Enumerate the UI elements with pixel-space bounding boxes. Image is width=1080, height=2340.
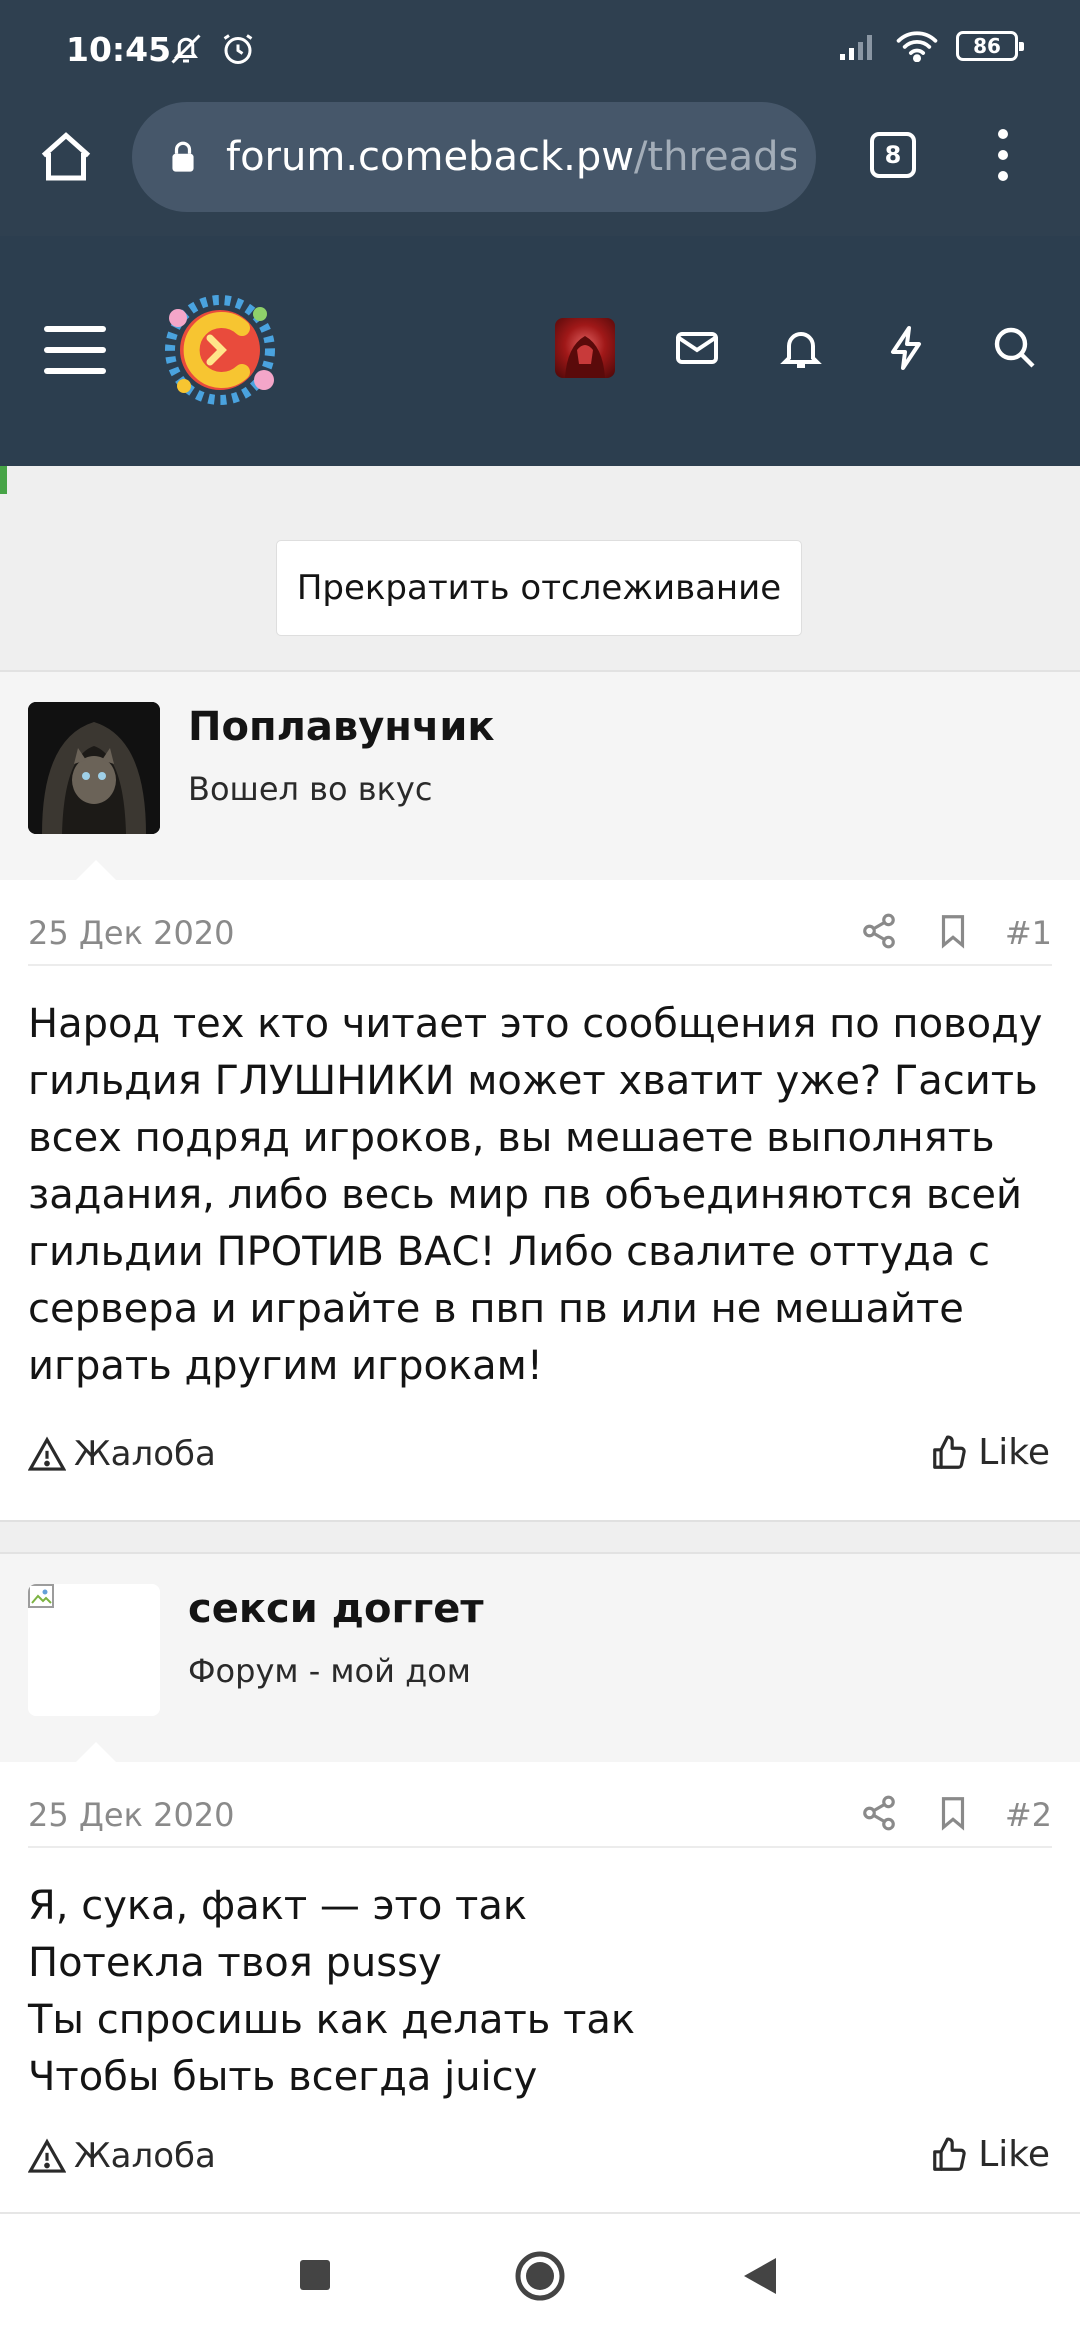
thread-actions: Прекратить отслеживание — [0, 494, 1080, 670]
site-logo[interactable] — [150, 280, 290, 420]
text-line: Народ тех кто читает это сообщения по по… — [28, 1001, 1043, 1047]
status-time: 10:45 — [66, 30, 172, 69]
battery-icon: 86 — [956, 31, 1024, 61]
post-2-arrow — [74, 1742, 118, 1764]
home-icon — [41, 132, 91, 181]
menu-button[interactable] — [44, 324, 108, 376]
thumbs-up-icon — [933, 1435, 966, 1469]
browser-toolbar: forum.comeback.pw/threads 8 — [0, 100, 1080, 236]
text-line: играть другим игрокам! — [28, 1343, 543, 1389]
lock-icon — [172, 141, 194, 172]
text-line: Я, сука, факт — это так — [28, 1883, 528, 1929]
text-line: всех подряд игроков, вы мешаете выполнят… — [28, 1115, 995, 1161]
post-1-report-link[interactable]: Жалоба — [28, 1434, 216, 1474]
square-icon — [300, 2260, 330, 2290]
url-text: forum.comeback.pw/threads — [226, 134, 796, 180]
post-1-user-title: Вошел во вкус — [188, 770, 433, 808]
home-button[interactable] — [36, 128, 96, 188]
warning-icon — [28, 2138, 66, 2173]
text-line: сервера и играйте в пвп пв или не мешайт… — [28, 1286, 964, 1332]
report-label: Жалоба — [74, 2136, 216, 2176]
alerts-button[interactable] — [777, 324, 825, 372]
url-host: forum.comeback.pw — [226, 134, 634, 180]
whats-new-button[interactable] — [883, 324, 931, 372]
post-1-number[interactable]: #1 — [1005, 914, 1052, 952]
battery-level: 86 — [973, 34, 1001, 58]
post-2-avatar[interactable] — [28, 1584, 160, 1716]
post-1-date[interactable]: 25 Дек 2020 — [28, 914, 235, 952]
post-2-body: 25 Дек 2020 #2 Я, сука, факт — это так П… — [0, 1762, 1080, 2212]
post-2-user: секси доггет Форум - мой дом — [0, 1552, 1080, 1764]
browser-menu-button[interactable] — [988, 124, 1018, 186]
more-vertical-icon — [998, 129, 1008, 181]
post-2-date[interactable]: 25 Дек 2020 — [28, 1796, 235, 1834]
post-1-like-button[interactable]: Like — [930, 1432, 1050, 1473]
post-2-number[interactable]: #2 — [1005, 1796, 1052, 1834]
report-label: Жалоба — [74, 1434, 216, 1474]
post-2-like-button[interactable]: Like — [930, 2134, 1050, 2175]
like-label: Like — [978, 2134, 1050, 2175]
like-label: Like — [978, 1432, 1050, 1473]
address-bar[interactable]: forum.comeback.pw/threads — [132, 102, 816, 212]
share-icon[interactable] — [860, 912, 898, 950]
tab-switcher-button[interactable]: 8 — [870, 132, 916, 178]
inbox-button[interactable] — [673, 324, 721, 372]
unwatch-button[interactable]: Прекратить отслеживание — [276, 540, 802, 636]
wifi-icon — [896, 30, 938, 62]
mute-notifications-icon — [168, 31, 204, 67]
post-separator — [0, 1520, 1080, 1552]
hamburger-icon — [44, 326, 106, 374]
notice-strip — [0, 466, 1080, 494]
divider — [28, 1846, 1052, 1848]
user-avatar[interactable] — [555, 318, 615, 378]
post-1-username[interactable]: Поплавунчик — [188, 704, 495, 750]
post-2-username[interactable]: секси доггет — [188, 1586, 484, 1632]
post-1-avatar[interactable] — [28, 702, 160, 834]
text-line: Ты спросишь как делать так — [28, 1997, 636, 2043]
alarm-icon — [220, 31, 256, 67]
search-button[interactable] — [991, 324, 1039, 372]
divider — [28, 964, 1052, 966]
status-bar: 10:45 86 — [0, 0, 1080, 100]
post-1-body: 25 Дек 2020 #1 Народ тех кто читает это … — [0, 880, 1080, 1520]
logo-icon — [165, 295, 275, 405]
lightning-icon — [891, 326, 921, 370]
share-icon[interactable] — [860, 1794, 898, 1832]
text-line: задания, либо весь мир пв объединяются в… — [28, 1172, 1022, 1218]
text-line: гильдии ПРОТИВ ВАС! Либо свалите оттуда … — [28, 1229, 991, 1275]
text-line: Потекла твоя pussy — [28, 1940, 442, 1986]
url-path: /threads — [633, 134, 796, 180]
envelope-icon — [676, 332, 718, 364]
text-line: гильдия ГЛУШНИКИ может хватит уже? Гасит… — [28, 1058, 1038, 1104]
search-icon — [994, 327, 1035, 368]
post-1-user: Поплавунчик Вошел во вкус — [0, 670, 1080, 882]
post-2-user-title: Форум - мой дом — [188, 1652, 471, 1690]
bookmark-icon[interactable] — [934, 912, 972, 950]
post-1-text: Народ тех кто читает это сообщения по по… — [28, 996, 1058, 1395]
forum-header — [0, 236, 1080, 466]
broken-image-icon — [28, 1584, 54, 1608]
post-2-text: Я, сука, факт — это так Потекла твоя pus… — [28, 1878, 1058, 2106]
home-nav-button[interactable] — [514, 2250, 566, 2302]
circle-icon — [515, 2251, 565, 2301]
recents-button[interactable] — [298, 2258, 332, 2292]
back-button[interactable] — [742, 2256, 778, 2296]
post-1-arrow — [74, 860, 118, 882]
signal-icon — [838, 30, 878, 62]
thumbs-up-icon — [933, 2137, 966, 2171]
bookmark-icon[interactable] — [934, 1794, 972, 1832]
post-2-report-link[interactable]: Жалоба — [28, 2136, 216, 2176]
warning-icon — [28, 1436, 66, 1471]
triangle-back-icon — [744, 2258, 776, 2294]
text-line: Чтобы быть всегда juicy — [28, 2054, 538, 2100]
bell-icon — [780, 332, 822, 368]
system-nav-bar — [0, 2212, 1080, 2340]
